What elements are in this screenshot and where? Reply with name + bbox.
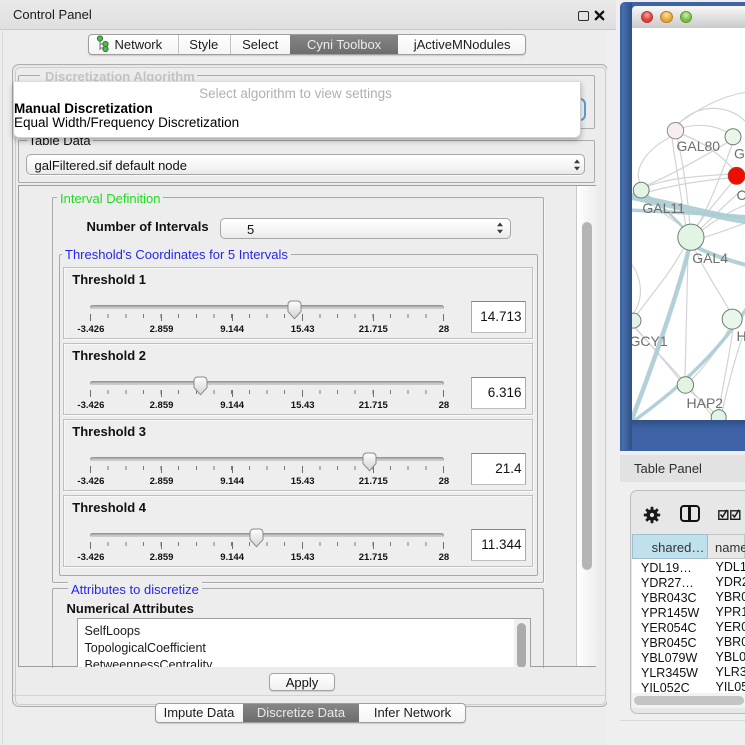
svg-text:CA: CA — [737, 187, 745, 203]
svg-text:GAL4: GAL4 — [692, 250, 728, 266]
svg-text:HAP2: HAP2 — [687, 395, 724, 411]
svg-text:GCY1: GCY1 — [632, 333, 668, 349]
svg-text:GAL11: GAL11 — [642, 200, 685, 216]
svg-text:GA: GA — [734, 146, 745, 162]
svg-text:H: H — [737, 328, 745, 344]
svg-text:GAL80: GAL80 — [677, 138, 721, 154]
